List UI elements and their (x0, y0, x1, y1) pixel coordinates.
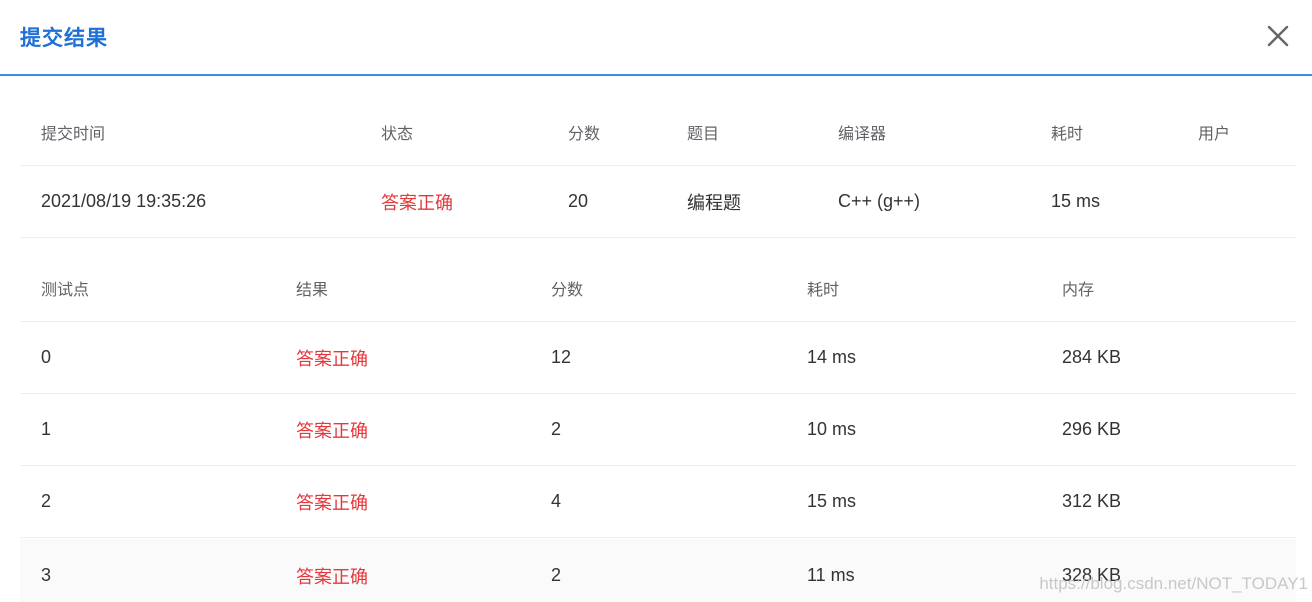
testcase-result: 答案正确 (296, 420, 368, 441)
testcase-id: 0 (41, 347, 52, 367)
summary-header-time: 提交时间 (41, 125, 106, 143)
testcase-id: 1 (41, 419, 52, 439)
summary-compiler: C++ (g++) (838, 191, 921, 211)
summary-header-problem: 题目 (687, 125, 720, 143)
testcase-id: 2 (41, 491, 52, 511)
summary-row: 2021/08/19 19:35:26 答案正确 20 编程题 C++ (g++… (20, 166, 1296, 238)
testcase-score: 4 (551, 491, 562, 511)
testcase-header-score: 分数 (551, 281, 584, 299)
testcase-header-memory: 内存 (1062, 281, 1095, 299)
dialog-header: 提交结果 (0, 0, 1312, 76)
testcase-header-id: 测试点 (41, 281, 90, 299)
summary-status: 答案正确 (381, 192, 453, 213)
summary-header-score: 分数 (568, 125, 601, 143)
testcase-result: 答案正确 (296, 348, 368, 369)
testcase-memory: 284 KB (1062, 347, 1122, 367)
testcase-header-row: 测试点 结果 分数 耗时 内存 (20, 254, 1296, 322)
testcase-header-result: 结果 (296, 281, 329, 299)
testcase-time: 14 ms (807, 347, 857, 367)
summary-header-status: 状态 (381, 125, 414, 143)
testcase-memory: 312 KB (1062, 491, 1122, 511)
summary-header-user: 用户 (1198, 125, 1231, 143)
testcase-score: 12 (551, 347, 572, 367)
table-row: 1 答案正确 2 10 ms 296 KB (20, 394, 1296, 466)
testcase-score: 2 (551, 419, 562, 439)
testcase-score: 2 (551, 565, 562, 585)
table-row: 2 答案正确 4 15 ms 312 KB (20, 466, 1296, 538)
testcase-time: 10 ms (807, 419, 857, 439)
summary-header-compiler: 编译器 (838, 125, 887, 143)
testcase-time: 15 ms (807, 491, 857, 511)
testcase-header-time: 耗时 (807, 281, 840, 299)
summary-score: 20 (568, 191, 589, 211)
testcase-result: 答案正确 (296, 566, 368, 587)
summary-header-row: 提交时间 状态 分数 题目 编译器 耗时 用户 (20, 98, 1296, 166)
testcase-memory: 296 KB (1062, 419, 1122, 439)
table-row: 0 答案正确 12 14 ms 284 KB (20, 322, 1296, 394)
close-icon (1267, 25, 1289, 47)
summary-header-elapsed: 耗时 (1051, 125, 1084, 143)
summary-time: 2021/08/19 19:35:26 (41, 191, 207, 211)
submission-result-dialog: 提交结果 提交时间 状态 分数 题目 编译器 耗时 用户 2021/08/19 … (0, 0, 1312, 602)
testcase-time: 11 ms (807, 565, 855, 585)
close-button[interactable] (1266, 24, 1290, 48)
watermark-text: https://blog.csdn.net/NOT_TODAY1 (1039, 574, 1308, 593)
summary-problem[interactable]: 编程题 (687, 166, 741, 237)
testcase-result: 答案正确 (296, 492, 368, 513)
dialog-title: 提交结果 (20, 27, 108, 50)
summary-elapsed: 15 ms (1051, 191, 1101, 211)
testcase-id: 3 (41, 565, 52, 585)
